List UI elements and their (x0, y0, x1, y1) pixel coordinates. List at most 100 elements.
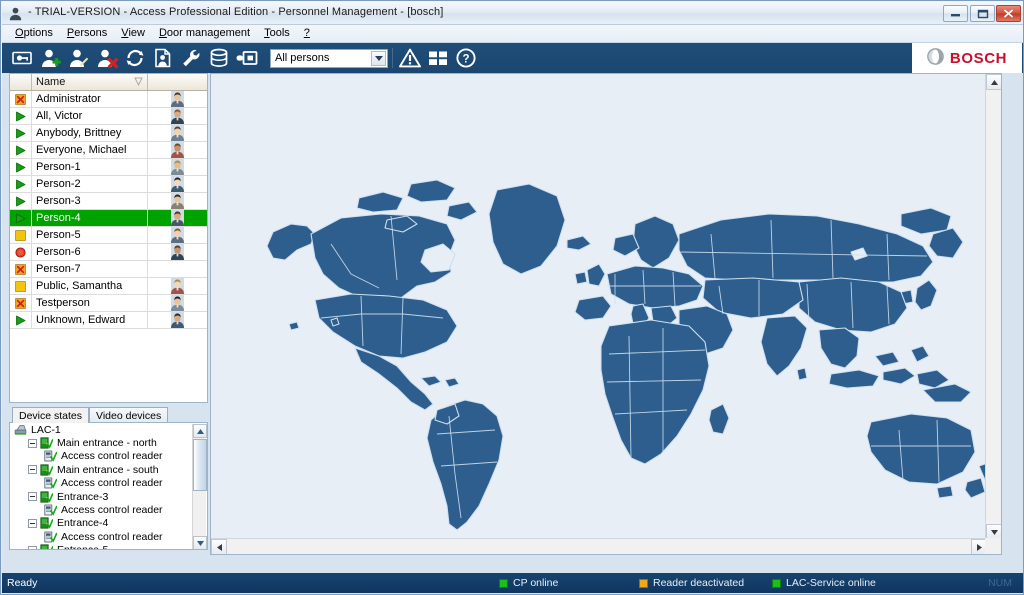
device-tree-scrollbar[interactable] (192, 424, 207, 549)
delete-person-icon[interactable] (94, 45, 120, 71)
bosch-wordmark: BOSCH (949, 49, 1008, 67)
close-button[interactable] (996, 5, 1021, 22)
tab-video-devices[interactable]: Video devices (89, 407, 169, 423)
tree-collapse-icon[interactable] (28, 492, 37, 502)
reader-ok-icon (44, 451, 57, 463)
person-row[interactable]: Person-2 (10, 176, 207, 193)
reader-ok-icon (44, 531, 57, 543)
menu-item-tools[interactable]: Tools (257, 26, 297, 41)
device-tree-item[interactable]: Main entrance - north (10, 436, 207, 449)
device-tree-item[interactable]: Entrance-4 (10, 517, 207, 530)
person-status-warning (10, 278, 32, 294)
map-scroll-left-icon[interactable] (211, 539, 227, 554)
device-tree-item-label: Access control reader (61, 450, 163, 463)
help-icon[interactable]: ? (453, 45, 479, 71)
person-row[interactable]: Public, Samantha (10, 278, 207, 295)
device-tree-item-label: Entrance-5 (57, 544, 108, 549)
status-denied-icon (15, 246, 26, 258)
column-header-photo[interactable] (148, 74, 207, 90)
person-row[interactable]: All, Victor (10, 108, 207, 125)
person-document-icon[interactable] (150, 45, 176, 71)
legend-label-cp-online: CP online (513, 577, 559, 589)
column-header-status[interactable] (10, 74, 32, 90)
device-tree-item[interactable]: Access control reader (10, 477, 207, 490)
door-access-icon[interactable] (234, 45, 260, 71)
device-tree-item[interactable]: Access control reader (10, 450, 207, 463)
menu-item-options[interactable]: Options (8, 26, 60, 41)
person-row[interactable]: Unknown, Edward (10, 312, 207, 329)
person-row[interactable]: Everyone, Michael (10, 142, 207, 159)
person-row[interactable]: Person-7 (10, 261, 207, 278)
reader-ok-icon (44, 477, 57, 489)
person-photo (148, 312, 207, 328)
device-tree-item[interactable]: Access control reader (10, 530, 207, 543)
wrench-icon[interactable] (178, 45, 204, 71)
tree-collapse-icon[interactable] (28, 438, 37, 448)
status-active-icon (16, 145, 26, 155)
edit-person-icon[interactable] (66, 45, 92, 71)
door-ok-icon (40, 464, 53, 476)
status-active-icon (16, 213, 26, 223)
refresh-icon[interactable] (122, 45, 148, 71)
controller-icon (14, 424, 27, 436)
add-person-icon[interactable] (38, 45, 64, 71)
person-row[interactable]: Testperson (10, 295, 207, 312)
person-row[interactable]: Person-5 (10, 227, 207, 244)
person-row[interactable]: Person-4 (10, 210, 207, 227)
tree-collapse-icon[interactable] (28, 465, 37, 475)
person-photo (148, 91, 207, 107)
tile-view-icon[interactable] (425, 45, 451, 71)
status-blocked-icon (15, 263, 26, 275)
scrollbar-thumb[interactable] (193, 439, 207, 491)
map-viewport[interactable] (211, 74, 987, 554)
status-active-icon (16, 162, 26, 172)
person-name: Person-2 (32, 176, 148, 192)
alarm-warning-icon[interactable] (397, 45, 423, 71)
map-scroll-up-icon[interactable] (986, 74, 1001, 90)
bosch-logo: BOSCH (912, 43, 1022, 73)
tab-device-states[interactable]: Device states (12, 407, 90, 423)
menu-item-persons[interactable]: Persons (60, 26, 114, 41)
minimize-button[interactable] (943, 5, 968, 22)
door-ok-icon (40, 491, 53, 503)
persons-filter-dropdown[interactable]: All persons (270, 48, 388, 68)
person-row[interactable]: Person-1 (10, 159, 207, 176)
person-status-active (10, 142, 32, 158)
device-tree-item[interactable]: Entrance-3 (10, 490, 207, 503)
map-horizontal-scrollbar[interactable] (211, 538, 987, 554)
device-tree-item-label: Entrance-4 (57, 517, 109, 530)
device-tree-item[interactable]: LAC-1 (10, 423, 207, 436)
person-row[interactable]: Anybody, Brittney (10, 125, 207, 142)
person-row[interactable]: Administrator (10, 91, 207, 108)
status-blocked-icon (15, 93, 26, 105)
card-assign-icon[interactable] (10, 45, 36, 71)
menu-item-view[interactable]: View (114, 26, 152, 41)
tree-collapse-icon[interactable] (28, 518, 37, 528)
status-ready-text: Ready (7, 577, 38, 589)
chevron-down-icon[interactable] (371, 50, 386, 66)
person-row[interactable]: Person-3 (10, 193, 207, 210)
scroll-down-icon[interactable] (193, 536, 207, 549)
person-status-blocked (10, 295, 32, 311)
scroll-up-icon[interactable] (193, 424, 207, 438)
status-warning-icon (15, 280, 26, 292)
avatar (171, 176, 184, 192)
database-icon[interactable] (206, 45, 232, 71)
map-vertical-scrollbar[interactable] (985, 74, 1001, 540)
column-header-name[interactable]: Name (32, 74, 148, 90)
person-row[interactable]: Person-6 (10, 244, 207, 261)
avatar (171, 159, 184, 175)
client-area: Name Administrator All, Victor Anybody, Br… (2, 73, 1023, 573)
maximize-button[interactable] (970, 5, 995, 22)
person-status-denied (10, 244, 32, 260)
menu-item-door-management[interactable]: Door management (152, 26, 257, 41)
device-tree-item[interactable]: Access control reader (10, 503, 207, 516)
device-tree-item[interactable]: Entrance-5 (10, 544, 207, 549)
device-tree[interactable]: LAC-1 Main entrance - north Access control… (9, 422, 208, 550)
device-tree-item[interactable]: Main entrance - south (10, 463, 207, 476)
person-status-warning (10, 227, 32, 243)
legend-swatch-lac-service-online (772, 578, 781, 588)
avatar (171, 244, 184, 260)
menu-item-help[interactable]: ? (297, 26, 317, 41)
tree-collapse-icon[interactable] (28, 545, 37, 549)
